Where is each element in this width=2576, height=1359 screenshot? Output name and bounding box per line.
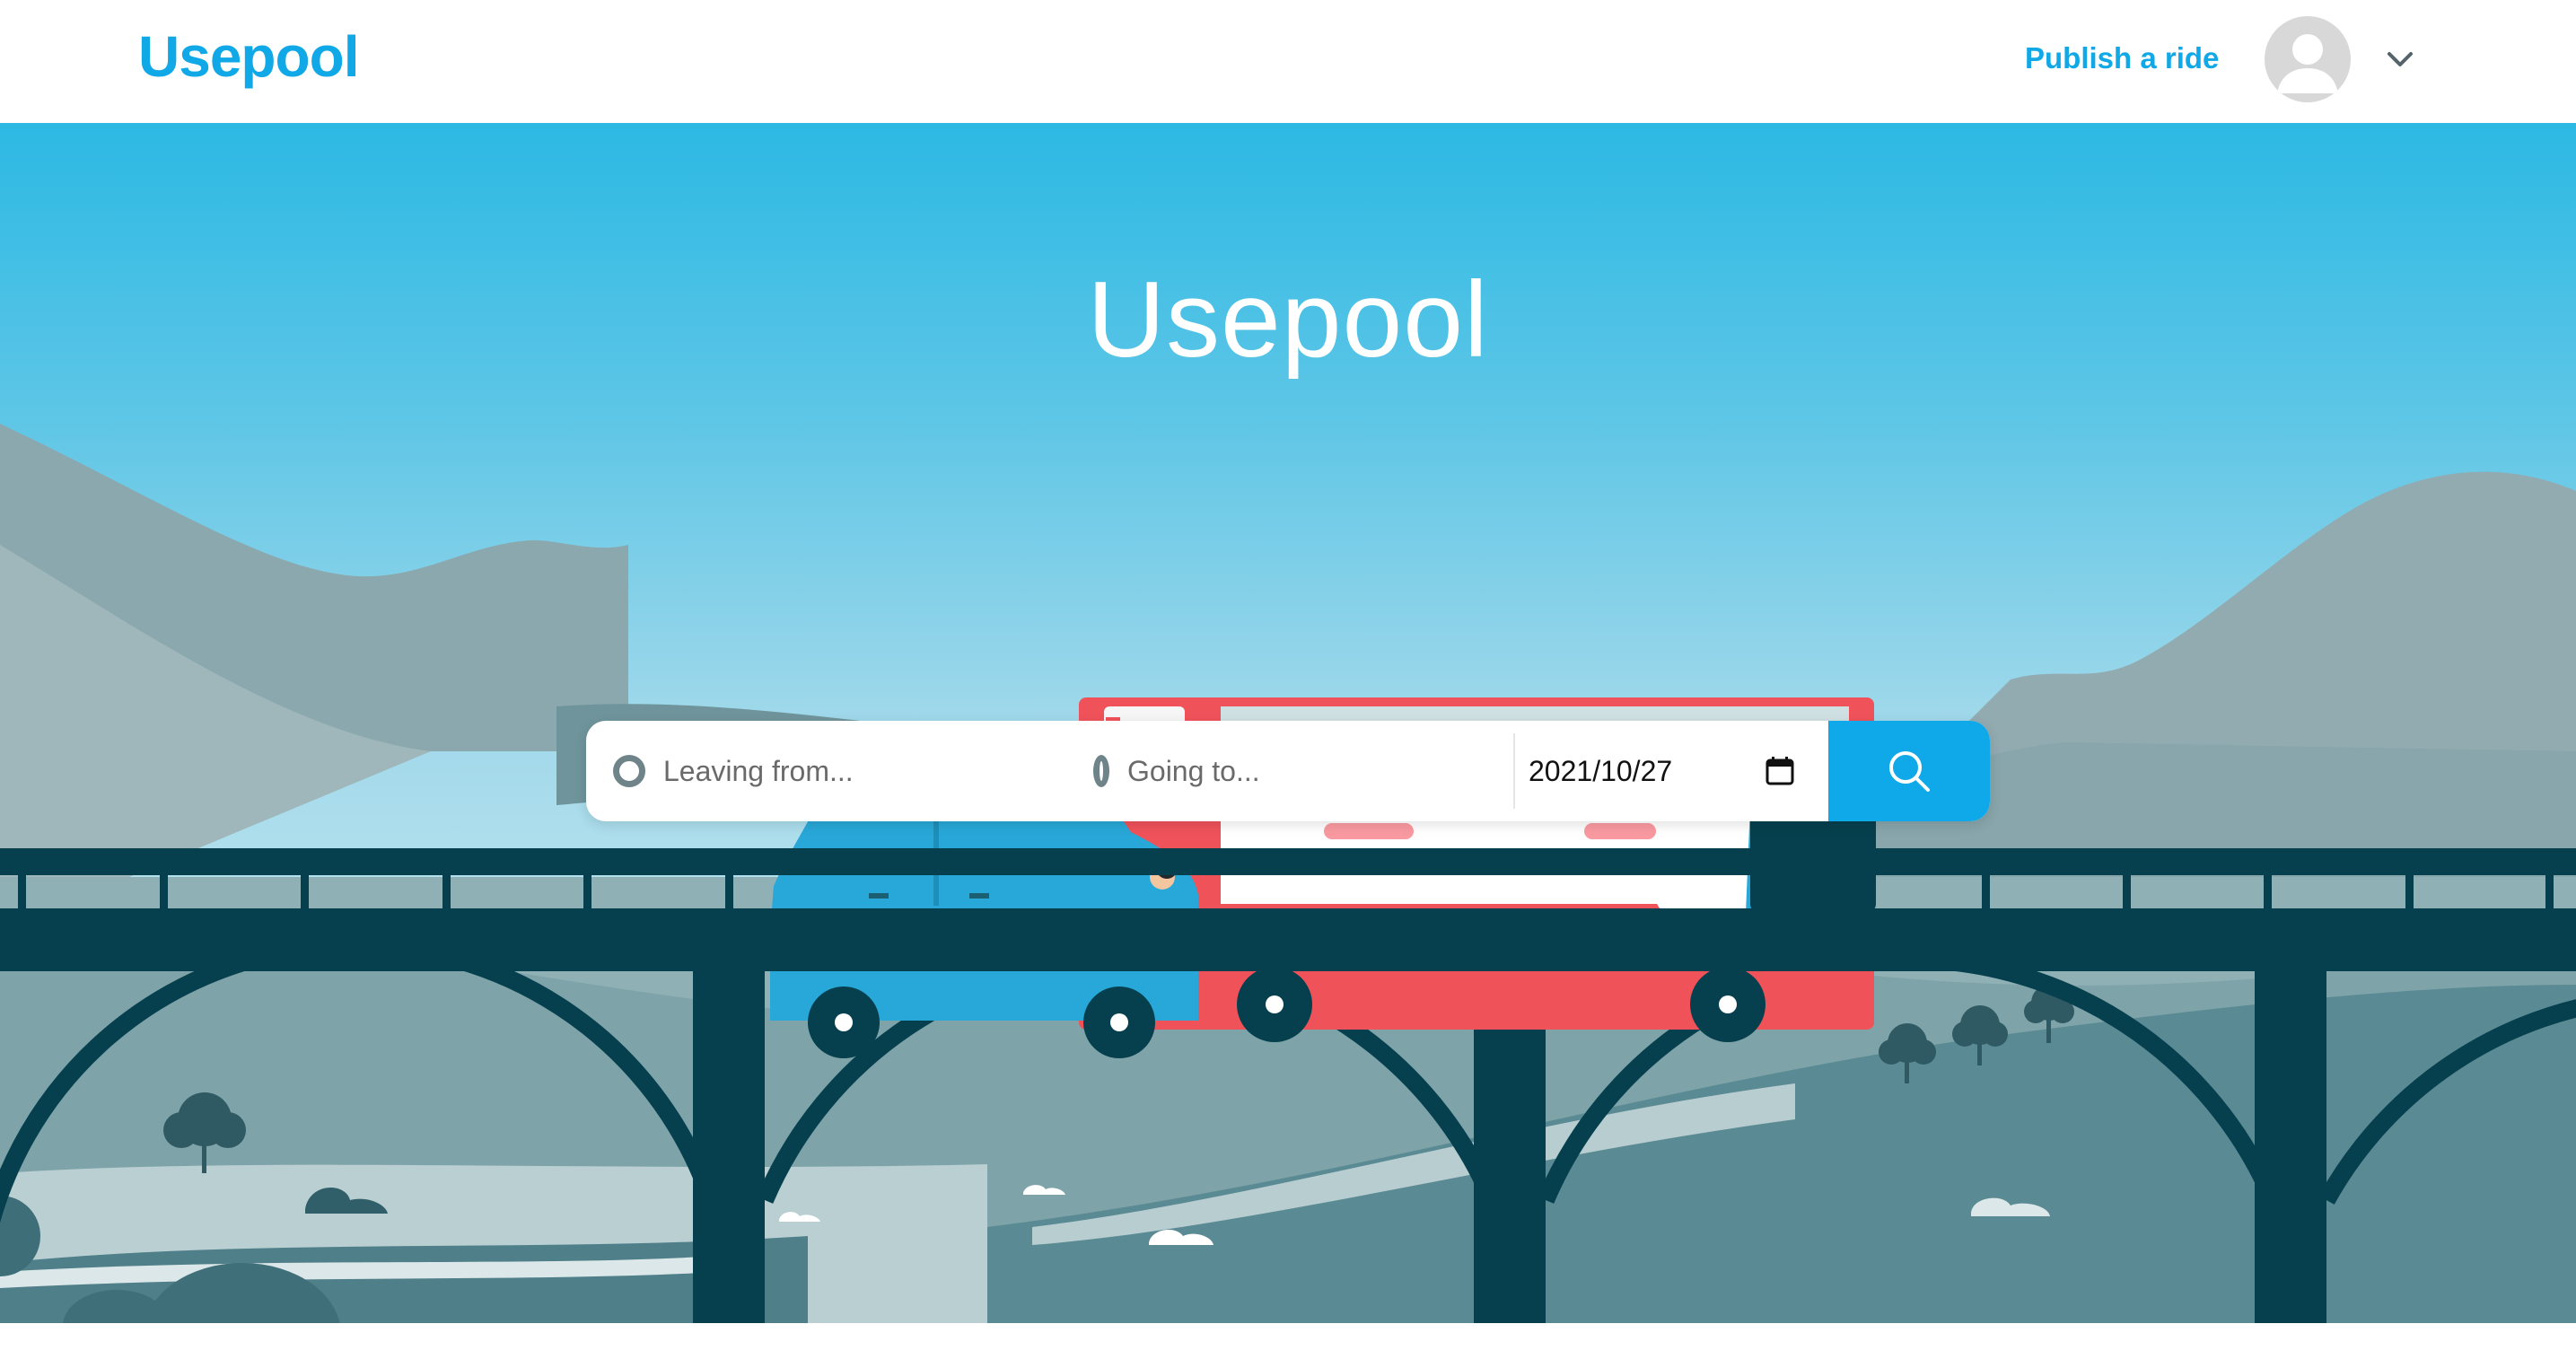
going-to-input[interactable] <box>1126 753 1506 789</box>
top-navbar: Usepool Publish a ride <box>0 0 2576 123</box>
search-button[interactable] <box>1828 721 1990 821</box>
publish-ride-link[interactable]: Publish a ride <box>2025 41 2219 75</box>
leaving-from-field[interactable] <box>613 721 1044 821</box>
hero-title: Usepool <box>1087 259 1489 381</box>
search-icon <box>1889 751 1930 792</box>
field-divider <box>1513 733 1515 809</box>
calendar-icon[interactable] <box>1762 753 1798 789</box>
going-to-field[interactable] <box>1093 721 1506 821</box>
user-avatar-icon[interactable] <box>2265 16 2351 102</box>
origin-circle-icon <box>613 755 645 787</box>
logo[interactable]: Usepool <box>138 23 359 90</box>
page-bottom <box>0 1323 2576 1359</box>
date-value[interactable]: 2021/10/27 <box>1529 755 1672 788</box>
chevron-down-icon[interactable] <box>2382 41 2418 77</box>
leaving-from-input[interactable] <box>662 753 1042 789</box>
destination-circle-icon <box>1093 755 1109 787</box>
ride-search-bar: 2021/10/27 <box>586 721 1990 821</box>
hero-banner: Usepool 2021/10/27 <box>0 123 2576 1323</box>
